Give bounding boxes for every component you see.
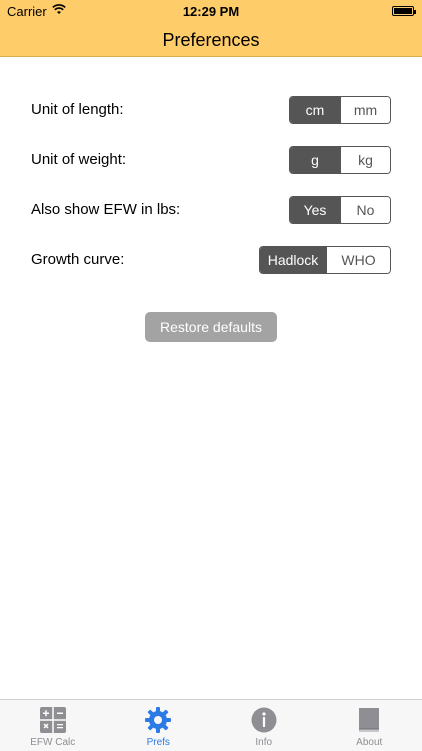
pref-row-growth-curve: Growth curve: Hadlock WHO bbox=[31, 246, 391, 274]
tab-bar: EFW Calc Prefs Info bbox=[0, 699, 422, 751]
tab-label-about: About bbox=[317, 737, 422, 748]
length-segmented-control: cm mm bbox=[289, 96, 391, 124]
option-hadlock[interactable]: Hadlock bbox=[260, 247, 326, 273]
pref-row-lbs: Also show EFW in lbs: Yes No bbox=[31, 196, 391, 224]
tab-label-info: Info bbox=[211, 737, 317, 748]
status-time: 12:29 PM bbox=[0, 4, 422, 19]
pref-label-length: Unit of length: bbox=[31, 101, 124, 118]
tab-label-efw-calc: EFW Calc bbox=[0, 737, 106, 748]
option-no[interactable]: No bbox=[340, 197, 390, 223]
battery-icon bbox=[392, 6, 414, 16]
calculator-icon bbox=[39, 706, 67, 734]
weight-segmented-control: g kg bbox=[289, 146, 391, 174]
info-icon bbox=[250, 706, 278, 734]
pref-row-weight: Unit of weight: g kg bbox=[31, 146, 391, 174]
tab-label-prefs: Prefs bbox=[106, 737, 212, 748]
lbs-segmented-control: Yes No bbox=[289, 196, 391, 224]
book-icon bbox=[355, 706, 383, 734]
tab-about[interactable]: About bbox=[317, 700, 422, 751]
option-kg[interactable]: kg bbox=[340, 147, 390, 173]
tab-prefs[interactable]: Prefs bbox=[106, 700, 212, 751]
pref-label-lbs: Also show EFW in lbs: bbox=[31, 201, 180, 218]
tab-efw-calc[interactable]: EFW Calc bbox=[0, 700, 106, 751]
page-title: Preferences bbox=[0, 30, 422, 51]
pref-label-growth-curve: Growth curve: bbox=[31, 251, 124, 268]
restore-defaults-button[interactable]: Restore defaults bbox=[145, 312, 277, 342]
option-yes[interactable]: Yes bbox=[290, 197, 340, 223]
status-bar: Carrier 12:29 PM bbox=[0, 0, 422, 22]
pref-label-weight: Unit of weight: bbox=[31, 151, 126, 168]
pref-row-length: Unit of length: cm mm bbox=[31, 96, 391, 124]
growth-curve-segmented-control: Hadlock WHO bbox=[259, 246, 391, 274]
option-g[interactable]: g bbox=[290, 147, 340, 173]
option-cm[interactable]: cm bbox=[290, 97, 340, 123]
navigation-bar: Carrier 12:29 PM Preferences bbox=[0, 0, 422, 57]
option-who[interactable]: WHO bbox=[326, 247, 390, 273]
gear-icon bbox=[144, 706, 172, 734]
tab-info[interactable]: Info bbox=[211, 700, 317, 751]
option-mm[interactable]: mm bbox=[340, 97, 390, 123]
